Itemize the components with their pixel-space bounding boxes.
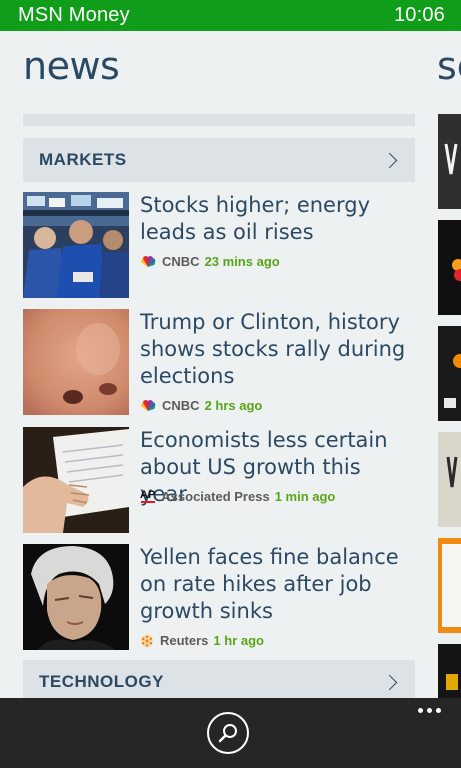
- peek-thumbnail: [438, 432, 461, 527]
- peek-thumbnail: [438, 326, 461, 421]
- status-bar: MSN Money 10:06: [0, 0, 461, 31]
- article-source: CNBC: [162, 254, 200, 269]
- more-icon[interactable]: [418, 708, 441, 713]
- news-item[interactable]: Economists less certain about US growth …: [23, 427, 415, 533]
- cnbc-peacock-icon: [141, 399, 156, 411]
- news-item[interactable]: Trump or Clinton, history shows stocks r…: [23, 309, 415, 415]
- search-button[interactable]: [207, 712, 249, 754]
- clock: 10:06: [393, 4, 445, 26]
- article-source: CNBC: [162, 398, 200, 413]
- article-time: 23 mins ago: [204, 254, 280, 269]
- search-icon: [218, 724, 237, 743]
- article-source: Associated Press: [161, 489, 270, 504]
- article-meta: CNBC 2 hrs ago: [140, 398, 262, 413]
- article-meta: CNBC 23 mins ago: [140, 254, 280, 269]
- article-source: Reuters: [160, 633, 209, 648]
- article-time: 1 min ago: [274, 489, 336, 504]
- chevron-right-icon: [381, 674, 398, 690]
- article-headline: Trump or Clinton, history shows stocks r…: [140, 310, 406, 388]
- reuters-logo-icon: [140, 634, 154, 647]
- ap-logo-icon: AP: [140, 489, 156, 503]
- news-item[interactable]: Yellen faces fine balance on rate hikes …: [23, 544, 415, 650]
- app-bar: [0, 698, 461, 768]
- technology-label: TECHNOLOGY: [39, 672, 164, 691]
- article-time: 2 hrs ago: [204, 398, 263, 413]
- peek-thumbnail: [438, 538, 461, 633]
- article-thumbnail: [23, 544, 129, 650]
- article-thumbnail: [23, 427, 129, 533]
- news-item[interactable]: Stocks higher; energy leads as oil rises…: [23, 192, 415, 298]
- article-thumbnail: [23, 192, 129, 298]
- article-meta: Reuters 1 hr ago: [140, 633, 264, 648]
- app-name: MSN Money: [18, 4, 130, 26]
- peek-thumbnail: [438, 220, 461, 315]
- peek-tile[interactable]: [438, 220, 461, 315]
- peek-thumbnail: [438, 114, 461, 209]
- cnbc-peacock-icon: [141, 255, 156, 267]
- section-divider: [23, 114, 415, 126]
- page-title: news: [23, 44, 120, 88]
- article-headline: Yellen faces fine balance on rate hikes …: [140, 545, 399, 623]
- peek-thumbnail: [438, 644, 461, 698]
- peek-tile[interactable]: [438, 114, 461, 209]
- article-meta: AP Associated Press 1 min ago: [140, 489, 335, 504]
- peek-tile[interactable]: [438, 326, 461, 421]
- peek-tile[interactable]: [438, 644, 461, 698]
- article-time: 1 hr ago: [213, 633, 264, 648]
- chevron-right-icon: [381, 152, 398, 168]
- next-pivot-title[interactable]: sc: [437, 44, 461, 88]
- peek-tile[interactable]: [438, 432, 461, 527]
- peek-tile[interactable]: [438, 538, 461, 633]
- article-thumbnail: [23, 309, 129, 415]
- article-headline: Stocks higher; energy leads as oil rises: [140, 193, 370, 244]
- markets-label: MARKETS: [39, 150, 127, 169]
- markets-section-header[interactable]: MARKETS: [23, 138, 415, 182]
